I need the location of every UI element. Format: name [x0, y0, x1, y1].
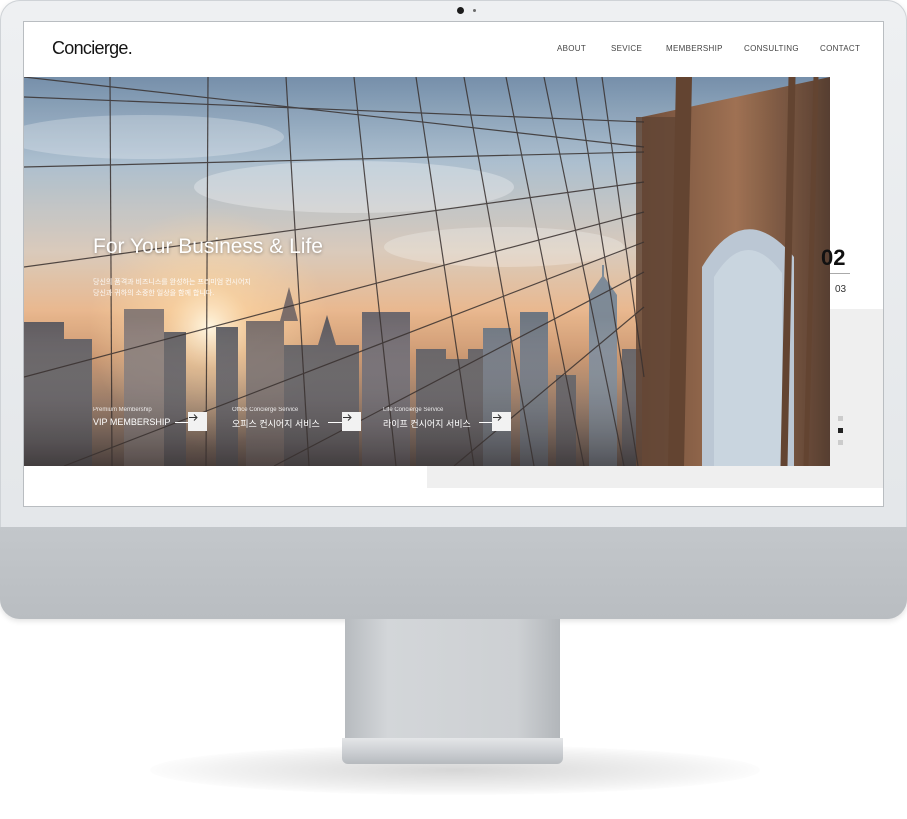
hero-description: 당신의 품격과 비즈니스를 완성하는 프리미엄 컨시어지 당신과 귀하의 소중한… [93, 277, 313, 299]
monitor-frame: Concierge. ABOUT SEVICE MEMBERSHIP CONSU… [0, 0, 907, 619]
life-concierge-link[interactable]: Life Concierge Service 라이프 컨시어지 서비스 [383, 407, 513, 443]
slide-dot-1[interactable] [838, 416, 843, 421]
nav-item-membership[interactable]: MEMBERSHIP [666, 44, 723, 53]
slide-dot-3[interactable] [838, 440, 843, 445]
nav-item-consulting[interactable]: CONSULTING [744, 44, 799, 53]
arrow-button[interactable] [492, 412, 511, 431]
link-label: VIP MEMBERSHIP [93, 417, 171, 427]
nav-item-contact[interactable]: CONTACT [820, 44, 860, 53]
monitor-stand [345, 619, 560, 745]
slide-dot-2[interactable] [838, 428, 843, 433]
link-subtitle: Office Concierge Service [232, 407, 299, 413]
hero-title: For Your Business & Life [93, 235, 323, 258]
hero-description-line: 당신과 귀하의 소중한 일상을 함께 합니다. [93, 290, 215, 297]
main-nav: ABOUT SEVICE MEMBERSHIP CONSULTING CONTA… [24, 44, 883, 56]
arrow-right-icon [343, 414, 352, 421]
link-label: 라이프 컨시어지 서비스 [383, 419, 471, 429]
hero-slide: For Your Business & Life 당신의 품격과 비즈니스를 완… [24, 77, 830, 466]
nav-item-service[interactable]: SEVICE [611, 44, 642, 53]
sensor-icon [473, 9, 476, 12]
screen: Concierge. ABOUT SEVICE MEMBERSHIP CONSU… [24, 22, 883, 506]
arrow-button[interactable] [342, 412, 361, 431]
hero-description-line: 당신의 품격과 비즈니스를 완성하는 프리미엄 컨시어지 [93, 279, 251, 286]
nav-item-about[interactable]: ABOUT [557, 44, 586, 53]
arrow-right-icon [189, 414, 198, 421]
pager-divider [830, 273, 850, 274]
arrow-button[interactable] [188, 412, 207, 431]
monitor-stand-base [342, 738, 563, 764]
vip-membership-link[interactable]: Premium Membership VIP MEMBERSHIP [93, 407, 208, 443]
link-subtitle: Life Concierge Service [383, 407, 444, 413]
camera-icon [457, 7, 464, 14]
slide-current-number: 02 [821, 245, 846, 270]
arrow-right-icon [493, 414, 502, 421]
monitor-chin [0, 527, 907, 619]
link-label: 오피스 컨시어지 서비스 [232, 419, 320, 429]
slide-next-number[interactable]: 03 [835, 284, 846, 295]
office-concierge-link[interactable]: Office Concierge Service 오피스 컨시어지 서비스 [232, 407, 362, 443]
link-subtitle: Premium Membership [93, 407, 152, 413]
